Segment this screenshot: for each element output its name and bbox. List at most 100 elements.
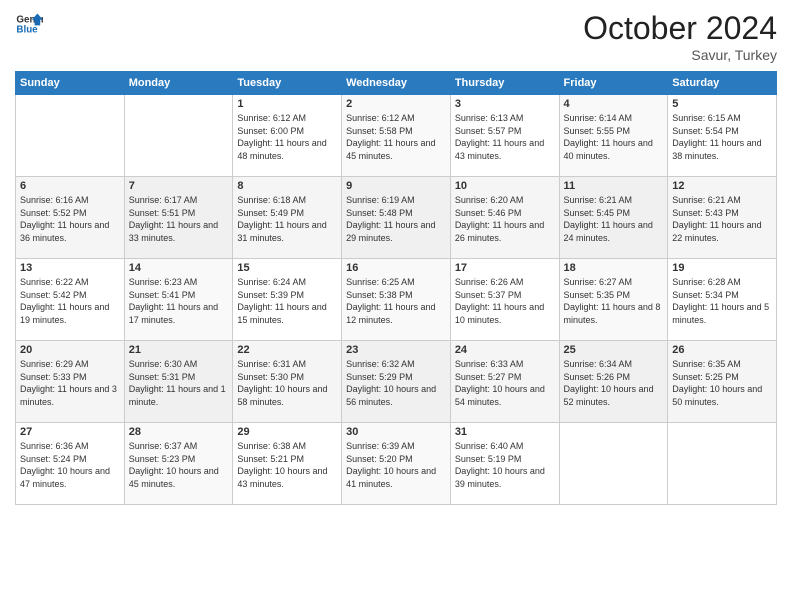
day-number: 24 — [455, 344, 555, 356]
day-number: 19 — [672, 262, 772, 274]
logo: General Blue — [15, 10, 43, 38]
calendar-cell: 11 Sunrise: 6:21 AM Sunset: 5:45 PM Dayli… — [559, 177, 668, 259]
svg-text:Blue: Blue — [16, 24, 38, 35]
weekday-header-friday: Friday — [559, 72, 668, 95]
day-info: Sunrise: 6:35 AM Sunset: 5:25 PM Dayligh… — [672, 358, 772, 408]
day-number: 29 — [237, 426, 337, 438]
calendar-cell — [16, 95, 125, 177]
day-number: 25 — [564, 344, 664, 356]
day-info: Sunrise: 6:32 AM Sunset: 5:29 PM Dayligh… — [346, 358, 446, 408]
day-info: Sunrise: 6:30 AM Sunset: 5:31 PM Dayligh… — [129, 358, 229, 408]
day-number: 21 — [129, 344, 229, 356]
calendar-cell: 7 Sunrise: 6:17 AM Sunset: 5:51 PM Daylig… — [124, 177, 233, 259]
header: General Blue October 2024 Savur, Turkey — [15, 10, 777, 63]
calendar-cell: 24Sunrise: 6:33 AM Sunset: 5:27 PM Dayli… — [450, 341, 559, 423]
day-number: 31 — [455, 426, 555, 438]
day-info: Sunrise: 6:36 AM Sunset: 5:24 PM Dayligh… — [20, 440, 120, 490]
calendar-cell: 4 Sunrise: 6:14 AM Sunset: 5:55 PM Daylig… — [559, 95, 668, 177]
calendar-cell: 1 Sunrise: 6:12 AM Sunset: 6:00 PM Daylig… — [233, 95, 342, 177]
day-info: Sunrise: 6:15 AM Sunset: 5:54 PM Dayligh… — [672, 112, 772, 162]
day-info: Sunrise: 6:19 AM Sunset: 5:48 PM Dayligh… — [346, 194, 446, 244]
calendar-cell: 23 Sunrise: 6:32 AM Sunset: 5:29 PM Dayli… — [342, 341, 451, 423]
day-info: Sunrise: 6:37 AM Sunset: 5:23 PM Dayligh… — [129, 440, 229, 490]
day-info: Sunrise: 6:25 AM Sunset: 5:38 PM Dayligh… — [346, 276, 446, 326]
day-info: Sunrise: 6:12 AM Sunset: 6:00 PM Dayligh… — [237, 112, 337, 162]
calendar-cell: 5Sunrise: 6:15 AM Sunset: 5:54 PM Daylig… — [668, 95, 777, 177]
day-info: Sunrise: 6:13 AM Sunset: 5:57 PM Dayligh… — [455, 112, 555, 162]
calendar-cell: 20 Sunrise: 6:29 AM Sunset: 5:33 PM Dayli… — [16, 341, 125, 423]
weekday-header-thursday: Thursday — [450, 72, 559, 95]
weekday-header-row: SundayMondayTuesdayWednesdayThursdayFrid… — [16, 72, 777, 95]
day-number: 9 — [346, 180, 446, 192]
day-number: 17 — [455, 262, 555, 274]
day-number: 1 — [237, 98, 337, 110]
calendar-cell: 22 Sunrise: 6:31 AM Sunset: 5:30 PM Dayli… — [233, 341, 342, 423]
day-number: 4 — [564, 98, 664, 110]
month-title: October 2024 — [583, 10, 777, 47]
calendar-cell: 12 Sunrise: 6:21 AM Sunset: 5:43 PM Dayli… — [668, 177, 777, 259]
day-number: 16 — [346, 262, 446, 274]
day-number: 10 — [455, 180, 555, 192]
weekday-header-tuesday: Tuesday — [233, 72, 342, 95]
day-number: 23 — [346, 344, 446, 356]
calendar-cell — [124, 95, 233, 177]
calendar-cell: 18Sunrise: 6:27 AM Sunset: 5:35 PM Dayli… — [559, 259, 668, 341]
calendar-cell — [559, 423, 668, 505]
calendar-cell: 9 Sunrise: 6:19 AM Sunset: 5:48 PM Daylig… — [342, 177, 451, 259]
calendar-cell: 28 Sunrise: 6:37 AM Sunset: 5:23 PM Dayli… — [124, 423, 233, 505]
calendar-cell: 21 Sunrise: 6:30 AM Sunset: 5:31 PM Dayli… — [124, 341, 233, 423]
day-number: 20 — [20, 344, 120, 356]
day-number: 15 — [237, 262, 337, 274]
day-info: Sunrise: 6:20 AM Sunset: 5:46 PM Dayligh… — [455, 194, 555, 244]
day-info: Sunrise: 6:14 AM Sunset: 5:55 PM Dayligh… — [564, 112, 664, 162]
day-number: 30 — [346, 426, 446, 438]
calendar-cell: 8Sunrise: 6:18 AM Sunset: 5:49 PM Daylig… — [233, 177, 342, 259]
day-info: Sunrise: 6:21 AM Sunset: 5:45 PM Dayligh… — [564, 194, 664, 244]
calendar-cell: 30 Sunrise: 6:39 AM Sunset: 5:20 PM Dayli… — [342, 423, 451, 505]
day-number: 14 — [129, 262, 229, 274]
calendar-cell: 14 Sunrise: 6:23 AM Sunset: 5:41 PM Dayli… — [124, 259, 233, 341]
day-info: Sunrise: 6:39 AM Sunset: 5:20 PM Dayligh… — [346, 440, 446, 490]
location: Savur, Turkey — [583, 47, 777, 63]
day-number: 7 — [129, 180, 229, 192]
day-info: Sunrise: 6:34 AM Sunset: 5:26 PM Dayligh… — [564, 358, 664, 408]
day-info: Sunrise: 6:21 AM Sunset: 5:43 PM Dayligh… — [672, 194, 772, 244]
day-number: 2 — [346, 98, 446, 110]
day-number: 28 — [129, 426, 229, 438]
title-block: October 2024 Savur, Turkey — [583, 10, 777, 63]
calendar-cell: 10 Sunrise: 6:20 AM Sunset: 5:46 PM Dayli… — [450, 177, 559, 259]
day-info: Sunrise: 6:26 AM Sunset: 5:37 PM Dayligh… — [455, 276, 555, 326]
calendar-cell: 3 Sunrise: 6:13 AM Sunset: 5:57 PM Daylig… — [450, 95, 559, 177]
week-row-1: 1 Sunrise: 6:12 AM Sunset: 6:00 PM Daylig… — [16, 95, 777, 177]
day-info: Sunrise: 6:16 AM Sunset: 5:52 PM Dayligh… — [20, 194, 120, 244]
calendar-cell: 25 Sunrise: 6:34 AM Sunset: 5:26 PM Dayli… — [559, 341, 668, 423]
calendar-cell: 2 Sunrise: 6:12 AM Sunset: 5:58 PM Daylig… — [342, 95, 451, 177]
calendar-cell: 15Sunrise: 6:24 AM Sunset: 5:39 PM Dayli… — [233, 259, 342, 341]
day-number: 26 — [672, 344, 772, 356]
week-row-3: 13 Sunrise: 6:22 AM Sunset: 5:42 PM Dayli… — [16, 259, 777, 341]
weekday-header-wednesday: Wednesday — [342, 72, 451, 95]
calendar-cell: 27Sunrise: 6:36 AM Sunset: 5:24 PM Dayli… — [16, 423, 125, 505]
day-info: Sunrise: 6:17 AM Sunset: 5:51 PM Dayligh… — [129, 194, 229, 244]
day-number: 3 — [455, 98, 555, 110]
day-info: Sunrise: 6:18 AM Sunset: 5:49 PM Dayligh… — [237, 194, 337, 244]
day-info: Sunrise: 6:12 AM Sunset: 5:58 PM Dayligh… — [346, 112, 446, 162]
calendar-cell: 13 Sunrise: 6:22 AM Sunset: 5:42 PM Dayli… — [16, 259, 125, 341]
calendar-cell: 16 Sunrise: 6:25 AM Sunset: 5:38 PM Dayli… — [342, 259, 451, 341]
day-number: 22 — [237, 344, 337, 356]
day-number: 12 — [672, 180, 772, 192]
day-number: 13 — [20, 262, 120, 274]
day-info: Sunrise: 6:29 AM Sunset: 5:33 PM Dayligh… — [20, 358, 120, 408]
calendar-cell: 31 Sunrise: 6:40 AM Sunset: 5:19 PM Dayli… — [450, 423, 559, 505]
calendar-cell: 29Sunrise: 6:38 AM Sunset: 5:21 PM Dayli… — [233, 423, 342, 505]
day-number: 11 — [564, 180, 664, 192]
weekday-header-sunday: Sunday — [16, 72, 125, 95]
weekday-header-saturday: Saturday — [668, 72, 777, 95]
logo-icon: General Blue — [15, 10, 43, 38]
day-info: Sunrise: 6:27 AM Sunset: 5:35 PM Dayligh… — [564, 276, 664, 326]
day-info: Sunrise: 6:31 AM Sunset: 5:30 PM Dayligh… — [237, 358, 337, 408]
day-info: Sunrise: 6:23 AM Sunset: 5:41 PM Dayligh… — [129, 276, 229, 326]
day-info: Sunrise: 6:40 AM Sunset: 5:19 PM Dayligh… — [455, 440, 555, 490]
day-info: Sunrise: 6:22 AM Sunset: 5:42 PM Dayligh… — [20, 276, 120, 326]
day-number: 6 — [20, 180, 120, 192]
